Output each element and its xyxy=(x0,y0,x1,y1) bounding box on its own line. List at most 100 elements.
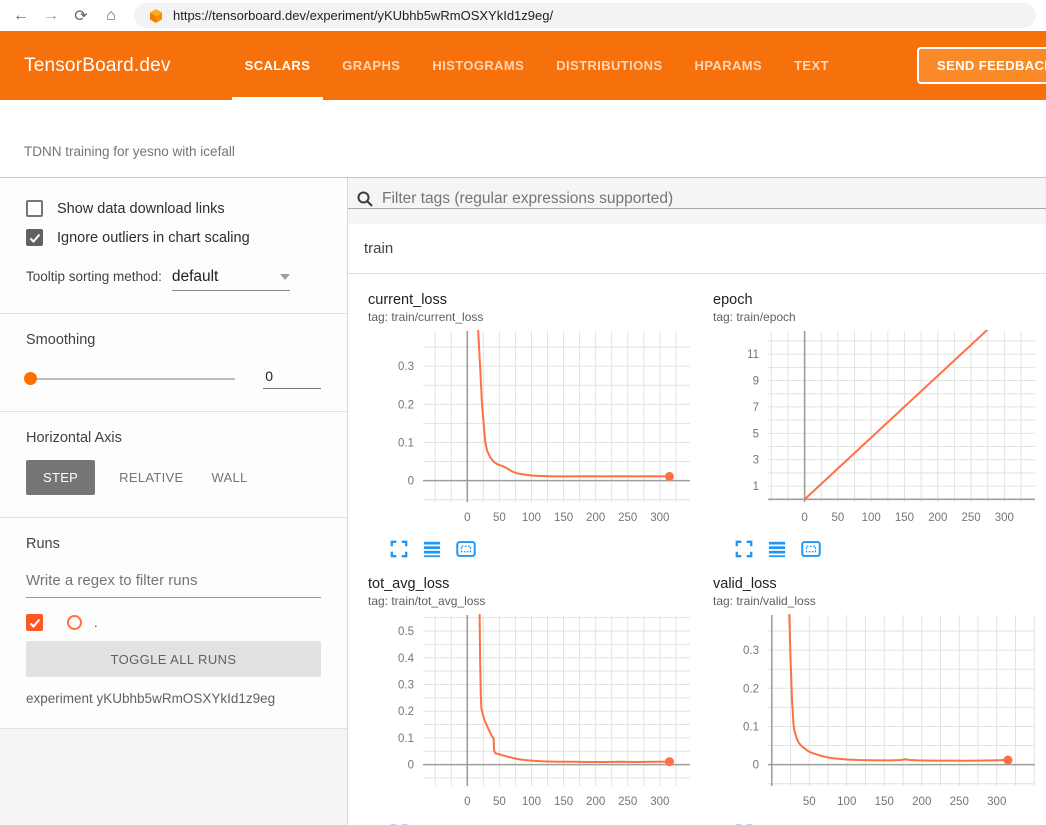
svg-text:0.2: 0.2 xyxy=(398,399,414,411)
svg-text:250: 250 xyxy=(618,512,637,524)
checkmark-icon xyxy=(29,232,41,244)
svg-text:7: 7 xyxy=(753,402,759,414)
show-download-links-checkbox[interactable] xyxy=(26,200,43,217)
horizontal-axis-section: Horizontal Axis STEP RELATIVE WALL xyxy=(0,411,347,517)
svg-text:0: 0 xyxy=(464,796,470,808)
smoothing-slider-thumb[interactable] xyxy=(24,372,37,385)
svg-text:9: 9 xyxy=(753,376,759,388)
svg-text:50: 50 xyxy=(493,512,506,524)
svg-text:0: 0 xyxy=(464,512,470,524)
svg-text:0: 0 xyxy=(801,512,807,524)
settings-sidebar: Show data download links Ignore outliers… xyxy=(0,178,348,825)
forward-icon[interactable]: → xyxy=(36,7,66,25)
svg-text:300: 300 xyxy=(650,796,669,808)
run-name: . xyxy=(94,615,98,630)
tab-bar: SCALARS GRAPHS HISTOGRAMS DISTRIBUTIONS … xyxy=(229,31,845,100)
svg-text:50: 50 xyxy=(803,796,816,808)
svg-text:0.5: 0.5 xyxy=(398,626,414,638)
svg-text:200: 200 xyxy=(912,796,931,808)
smoothing-section: Smoothing 0 xyxy=(0,313,347,411)
ignore-outliers-label: Ignore outliers in chart scaling xyxy=(57,230,250,246)
chart-tot-avg-loss: tot_avg_loss tag: train/tot_avg_loss 050… xyxy=(356,576,701,825)
checkmark-icon xyxy=(29,617,41,629)
chart-tag: tag: train/valid_loss xyxy=(713,594,1046,608)
svg-text:1: 1 xyxy=(753,481,759,493)
tab-graphs[interactable]: GRAPHS xyxy=(326,31,416,100)
browser-toolbar: ← → ⟳ ⌂ https://tensorboard.dev/experime… xyxy=(0,0,1046,31)
svg-text:300: 300 xyxy=(995,512,1014,524)
svg-text:11: 11 xyxy=(747,349,759,361)
chart-title: current_loss xyxy=(368,292,701,308)
tab-scalars[interactable]: SCALARS xyxy=(229,31,327,100)
run-selector-icon[interactable] xyxy=(423,540,441,558)
run-row[interactable]: . xyxy=(26,614,321,631)
tooltip-sorting-row: Tooltip sorting method: default xyxy=(26,268,321,291)
tab-distributions[interactable]: DISTRIBUTIONS xyxy=(540,31,678,100)
experiment-subheader: TDNN training for yesno with icefall xyxy=(0,100,1046,178)
svg-text:0: 0 xyxy=(408,476,414,488)
fit-domain-icon[interactable] xyxy=(801,540,821,558)
line-chart-canvas[interactable]: 5010015020025030000.10.20.3 xyxy=(713,612,1043,816)
show-download-links-row[interactable]: Show data download links xyxy=(26,200,321,217)
svg-text:300: 300 xyxy=(987,796,1006,808)
tab-hparams[interactable]: HPARAMS xyxy=(679,31,779,100)
app-header: TensorBoard.dev SCALARS GRAPHS HISTOGRAM… xyxy=(0,31,1046,100)
expand-chart-icon[interactable] xyxy=(735,540,753,558)
axis-step-button[interactable]: STEP xyxy=(26,460,95,495)
chart-current-loss: current_loss tag: train/current_loss 050… xyxy=(356,292,701,558)
svg-text:100: 100 xyxy=(862,512,881,524)
line-chart-canvas[interactable]: 0501001502002503001357911 xyxy=(713,328,1043,532)
axis-wall-button[interactable]: WALL xyxy=(197,460,261,495)
chart-valid-loss: valid_loss tag: train/valid_loss 5010015… xyxy=(701,576,1046,825)
tooltip-sorting-dropdown[interactable]: default xyxy=(172,268,290,291)
axis-relative-button[interactable]: RELATIVE xyxy=(105,460,197,495)
toggle-all-runs-button[interactable]: TOGGLE ALL RUNS xyxy=(26,641,321,677)
filter-tags-input[interactable] xyxy=(382,190,1046,208)
svg-text:200: 200 xyxy=(586,512,605,524)
tensorboard-favicon xyxy=(148,8,164,24)
url-text: https://tensorboard.dev/experiment/yKUbh… xyxy=(173,8,553,23)
runs-regex-input[interactable] xyxy=(26,562,321,598)
train-group-label: train xyxy=(364,240,393,257)
search-icon xyxy=(356,190,374,208)
svg-text:100: 100 xyxy=(837,796,856,808)
app-logo: TensorBoard.dev xyxy=(24,55,171,77)
svg-text:150: 150 xyxy=(554,796,573,808)
ignore-outliers-row[interactable]: Ignore outliers in chart scaling xyxy=(26,229,321,246)
chart-title: valid_loss xyxy=(713,576,1046,592)
send-feedback-button[interactable]: SEND FEEDBACK xyxy=(917,47,1046,84)
run-checkbox[interactable] xyxy=(26,614,43,631)
tab-text[interactable]: TEXT xyxy=(778,31,845,100)
expand-chart-icon[interactable] xyxy=(390,540,408,558)
ignore-outliers-checkbox[interactable] xyxy=(26,229,43,246)
address-bar[interactable]: https://tensorboard.dev/experiment/yKUbh… xyxy=(134,3,1036,28)
train-group-header[interactable]: train xyxy=(348,224,1046,274)
run-color-swatch-icon xyxy=(67,615,82,630)
svg-text:0.1: 0.1 xyxy=(398,733,414,745)
reload-icon[interactable]: ⟳ xyxy=(66,6,96,26)
tab-histograms[interactable]: HISTOGRAMS xyxy=(416,31,540,100)
svg-text:150: 150 xyxy=(895,512,914,524)
chart-epoch: epoch tag: train/epoch 05010015020025030… xyxy=(701,292,1046,558)
sidebar-filler xyxy=(0,728,347,825)
main-content: train current_loss tag: train/current_lo… xyxy=(348,178,1046,825)
svg-text:5: 5 xyxy=(753,428,759,440)
svg-text:0.2: 0.2 xyxy=(398,706,414,718)
line-chart-canvas[interactable]: 05010015020025030000.10.20.3 xyxy=(368,328,698,532)
svg-text:300: 300 xyxy=(650,512,669,524)
train-group-card: train current_loss tag: train/current_lo… xyxy=(348,224,1046,825)
home-icon[interactable]: ⌂ xyxy=(96,7,126,25)
experiment-id-label: experiment yKUbhb5wRmOSXYkId1z9eg xyxy=(26,691,321,706)
chart-tag: tag: train/epoch xyxy=(713,310,1046,324)
line-chart-canvas[interactable]: 05010015020025030000.10.20.30.40.5 xyxy=(368,612,698,816)
svg-text:200: 200 xyxy=(586,796,605,808)
svg-text:50: 50 xyxy=(832,512,845,524)
svg-text:250: 250 xyxy=(961,512,980,524)
back-icon[interactable]: ← xyxy=(6,7,36,25)
fit-domain-icon[interactable] xyxy=(456,540,476,558)
smoothing-slider[interactable] xyxy=(26,378,235,380)
tooltip-sorting-label: Tooltip sorting method: xyxy=(26,269,162,284)
smoothing-value[interactable]: 0 xyxy=(263,368,321,389)
runs-label: Runs xyxy=(26,536,321,552)
run-selector-icon[interactable] xyxy=(768,540,786,558)
